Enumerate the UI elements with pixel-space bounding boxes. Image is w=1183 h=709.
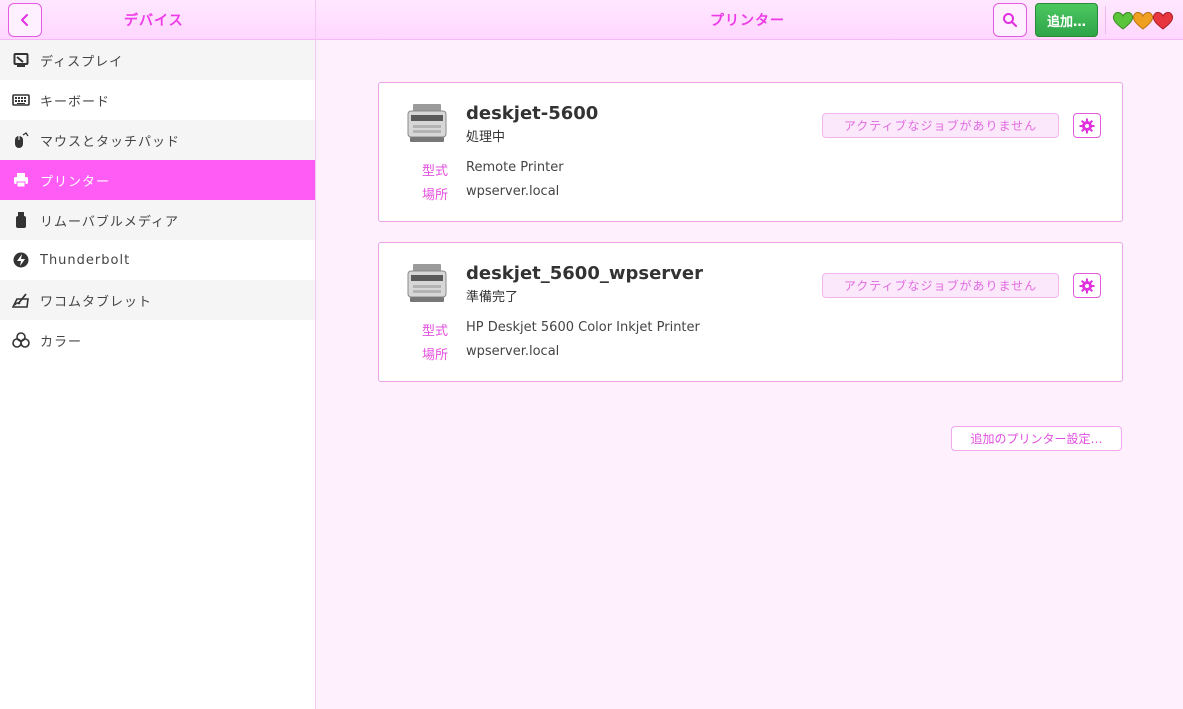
printer-card: deskjet-5600 処理中 アクティブなジョブがありません 型式 Remo…	[378, 82, 1123, 222]
printer-status: 処理中	[466, 130, 506, 145]
sidebar-item-label: ディスプレイ	[40, 54, 124, 70]
sidebar-item-display[interactable]: ディスプレイ	[0, 40, 315, 80]
sidebar-title: デバイス	[124, 13, 184, 29]
mouse-icon	[12, 131, 30, 149]
page-title: プリンター	[710, 13, 785, 29]
sidebar-item-color[interactable]: カラー	[0, 320, 315, 360]
location-label: 場所	[422, 188, 449, 203]
printer-status: 準備完了	[466, 290, 519, 305]
sidebar-header: デバイス	[0, 0, 316, 40]
add-printer-button[interactable]: 追加…	[1035, 3, 1098, 37]
keyboard-icon	[12, 91, 30, 109]
model-value: Remote Printer	[466, 160, 564, 175]
gear-icon	[1079, 278, 1095, 293]
chevron-left-icon	[21, 14, 28, 26]
tablet-icon	[12, 291, 30, 309]
sidebar-item-mouse[interactable]: マウスとタッチパッド	[0, 120, 315, 160]
sidebar-item-printers[interactable]: プリンター	[0, 160, 315, 200]
header-divider	[1105, 6, 1106, 34]
sidebar-item-label: カラー	[40, 334, 83, 350]
status-hearts	[1111, 10, 1174, 30]
printer-settings-button[interactable]	[1073, 273, 1101, 298]
model-value: HP Deskjet 5600 Color Inkjet Printer	[466, 320, 700, 335]
sidebar-item-label: ワコムタブレット	[40, 294, 153, 310]
search-button[interactable]	[993, 3, 1027, 37]
printer-card: deskjet_5600_wpserver 準備完了 アクティブなジョブがありま…	[378, 242, 1123, 382]
main-content: deskjet-5600 処理中 アクティブなジョブがありません 型式 Remo…	[316, 40, 1183, 709]
location-label: 場所	[422, 348, 449, 363]
printer-name: deskjet-5600	[466, 103, 599, 124]
jobs-button[interactable]: アクティブなジョブがありません	[822, 273, 1059, 298]
printer-name: deskjet_5600_wpserver	[466, 263, 703, 284]
sidebar-item-thunderbolt[interactable]: Thunderbolt	[0, 240, 315, 280]
usb-drive-icon	[12, 211, 30, 229]
back-button[interactable]	[8, 3, 42, 37]
sidebar-item-label: マウスとタッチパッド	[40, 134, 181, 150]
jobs-button[interactable]: アクティブなジョブがありません	[822, 113, 1059, 138]
sidebar-item-keyboard[interactable]: キーボード	[0, 80, 315, 120]
sidebar-item-label: プリンター	[40, 174, 111, 190]
sidebar-item-label: キーボード	[40, 94, 111, 110]
printer-device-icon	[405, 101, 449, 149]
thunderbolt-icon	[12, 251, 30, 269]
sidebar: ディスプレイ キーボード マウスとタッチパッド プリンター リムーバブルメディア…	[0, 40, 316, 709]
model-label: 型式	[422, 164, 449, 179]
location-value: wpserver.local	[466, 184, 560, 199]
sidebar-item-label: リムーバブルメディア	[40, 214, 179, 230]
location-value: wpserver.local	[466, 344, 560, 359]
model-label: 型式	[422, 324, 449, 339]
printer-device-icon	[405, 261, 449, 309]
gear-icon	[1079, 118, 1095, 133]
printer-icon	[12, 171, 30, 189]
heart-icon	[1152, 12, 1174, 30]
search-icon	[1003, 13, 1017, 27]
sidebar-item-wacom-tablet[interactable]: ワコムタブレット	[0, 280, 315, 320]
sidebar-item-removable-media[interactable]: リムーバブルメディア	[0, 200, 315, 240]
sidebar-item-label: Thunderbolt	[40, 252, 131, 268]
display-icon	[12, 51, 30, 69]
color-icon	[12, 331, 30, 349]
main-header: プリンター 追加…	[316, 0, 1183, 40]
printer-settings-button[interactable]	[1073, 113, 1101, 138]
additional-printer-settings-button[interactable]: 追加のプリンター設定…	[951, 426, 1122, 451]
